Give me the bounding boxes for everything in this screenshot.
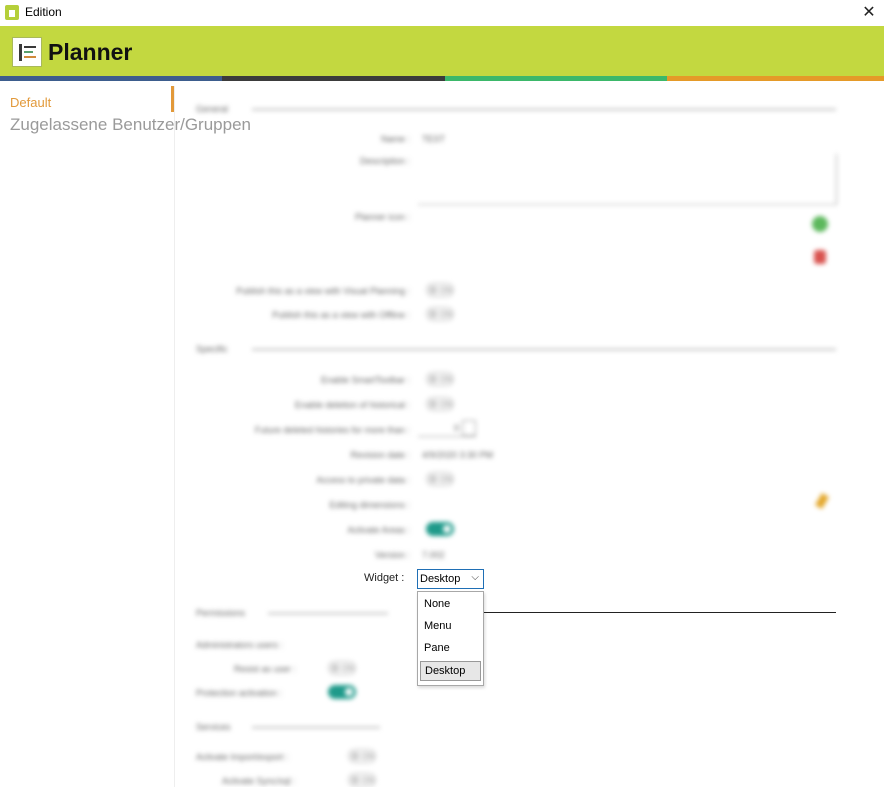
field-label: Planner icon : bbox=[354, 212, 410, 222]
widget-label: Widget : bbox=[364, 572, 405, 584]
widget-dropdown-list: None Menu Pane Desktop bbox=[417, 591, 484, 686]
close-icon[interactable]: ✕ bbox=[854, 0, 884, 26]
app-icon bbox=[5, 5, 19, 20]
color-stripe bbox=[0, 76, 222, 81]
field-label: Protection activation : bbox=[196, 688, 283, 698]
color-stripe bbox=[222, 76, 445, 81]
description-textarea[interactable] bbox=[418, 154, 837, 205]
field-label: Access to private data : bbox=[316, 475, 410, 485]
app-name: Planner bbox=[48, 39, 133, 65]
selection-indicator bbox=[171, 86, 174, 112]
add-icon[interactable] bbox=[812, 216, 828, 232]
field-label: Activate Import/export : bbox=[196, 752, 289, 762]
section-title: Specific bbox=[196, 344, 228, 354]
stepper-value: 0 bbox=[454, 423, 460, 433]
planner-logo-icon bbox=[12, 37, 42, 67]
section-title: Permissions bbox=[196, 608, 246, 618]
future-deleted-stepper[interactable]: 0 bbox=[418, 420, 476, 437]
field-label: Future deleted histories for more than : bbox=[254, 425, 410, 435]
dropdown-option-desktop[interactable]: Desktop bbox=[420, 661, 481, 681]
field-label: Description : bbox=[359, 156, 410, 166]
protection-toggle[interactable] bbox=[328, 685, 356, 699]
section-title: General bbox=[196, 104, 229, 114]
widget-selected-value: Desktop bbox=[420, 573, 461, 585]
field-label: Activate Sync/sql : bbox=[222, 776, 296, 786]
widget-select[interactable]: Desktop ⌵ bbox=[417, 569, 484, 589]
sidebar-item-default[interactable]: Default bbox=[10, 95, 51, 110]
window-title: Edition bbox=[25, 5, 62, 19]
pencil-icon[interactable] bbox=[815, 492, 829, 510]
name-value[interactable]: TEST bbox=[422, 134, 445, 144]
field-label: Revision date : bbox=[350, 450, 410, 460]
settings-form: General Name : TEST Description : Planne… bbox=[176, 88, 856, 787]
activate-areas-toggle[interactable] bbox=[426, 522, 454, 536]
field-label: Resist as user : bbox=[234, 664, 297, 674]
chevron-down-icon: ⌵ bbox=[471, 572, 479, 583]
version-value: 7.002 bbox=[422, 550, 445, 560]
app-header: Planner bbox=[0, 26, 884, 76]
field-label: Activate Areas : bbox=[347, 525, 410, 535]
section-divider bbox=[484, 612, 836, 613]
dropdown-option-menu[interactable]: Menu bbox=[420, 617, 481, 637]
toggle-state: ON bbox=[440, 375, 452, 384]
toggle-state: ON bbox=[440, 475, 452, 484]
field-label: Enable SmartToolbar : bbox=[320, 375, 410, 385]
delete-icon[interactable] bbox=[814, 250, 826, 264]
dropdown-option-none[interactable]: None bbox=[420, 595, 481, 615]
stepper-buttons[interactable] bbox=[462, 420, 476, 436]
field-label: Publish this as a view with Offline : bbox=[272, 310, 410, 320]
toggle-state: ON bbox=[440, 310, 452, 319]
field-label: Publish this as a view with Visual Plann… bbox=[236, 286, 410, 296]
window-titlebar: Edition ✕ bbox=[0, 0, 884, 27]
revision-date-value: 4/9/2020 3:30 PM bbox=[422, 450, 494, 460]
section-title: Services bbox=[196, 722, 231, 732]
field-label: Administrators users : bbox=[196, 640, 284, 650]
field-label: Name : bbox=[380, 134, 410, 144]
toggle-state: ON bbox=[362, 752, 374, 761]
field-label: Enable deletion of historical : bbox=[294, 400, 410, 410]
field-label: Version : bbox=[374, 550, 410, 560]
color-stripe bbox=[445, 76, 667, 81]
toggle-state: ON bbox=[362, 776, 374, 785]
dropdown-option-pane[interactable]: Pane bbox=[420, 639, 481, 659]
toggle-state: ON bbox=[342, 664, 354, 673]
sidebar: Default Zugelassene Benutzer/Gruppen bbox=[4, 86, 251, 787]
toggle-state: ON bbox=[440, 400, 452, 409]
color-stripe bbox=[667, 76, 884, 81]
field-label: Editing dimensions : bbox=[329, 500, 410, 510]
toggle-state: ON bbox=[440, 286, 452, 295]
